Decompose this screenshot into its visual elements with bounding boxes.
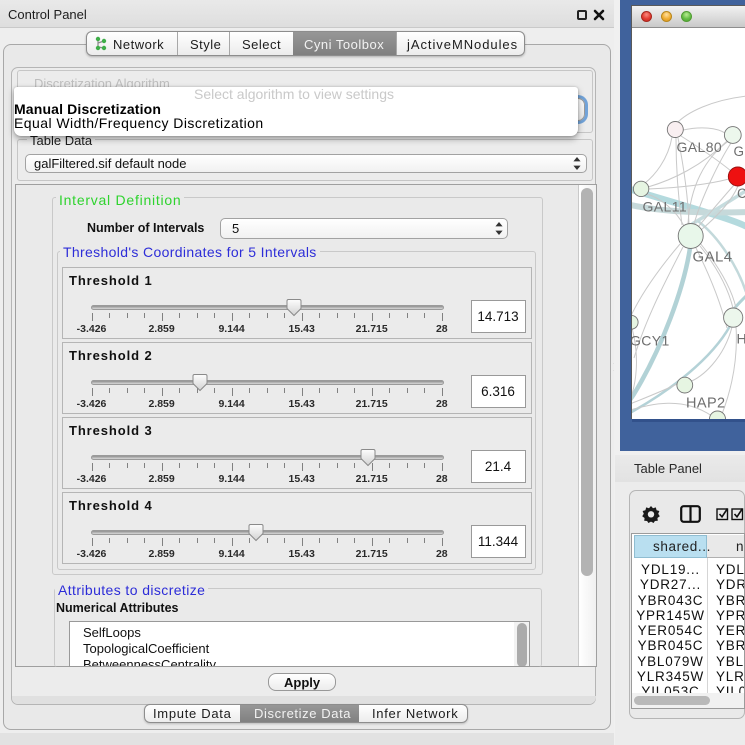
svg-text:GAL11: GAL11 <box>643 199 688 215</box>
svg-text:HAP2: HAP2 <box>686 396 725 412</box>
svg-text:H: H <box>737 331 745 347</box>
svg-text:GAL4: GAL4 <box>693 249 733 266</box>
svg-text:C: C <box>737 186 745 201</box>
svg-text:GCY1: GCY1 <box>632 333 670 349</box>
svg-text:G..: G.. <box>734 144 745 159</box>
svg-text:GAL80: GAL80 <box>677 139 723 155</box>
